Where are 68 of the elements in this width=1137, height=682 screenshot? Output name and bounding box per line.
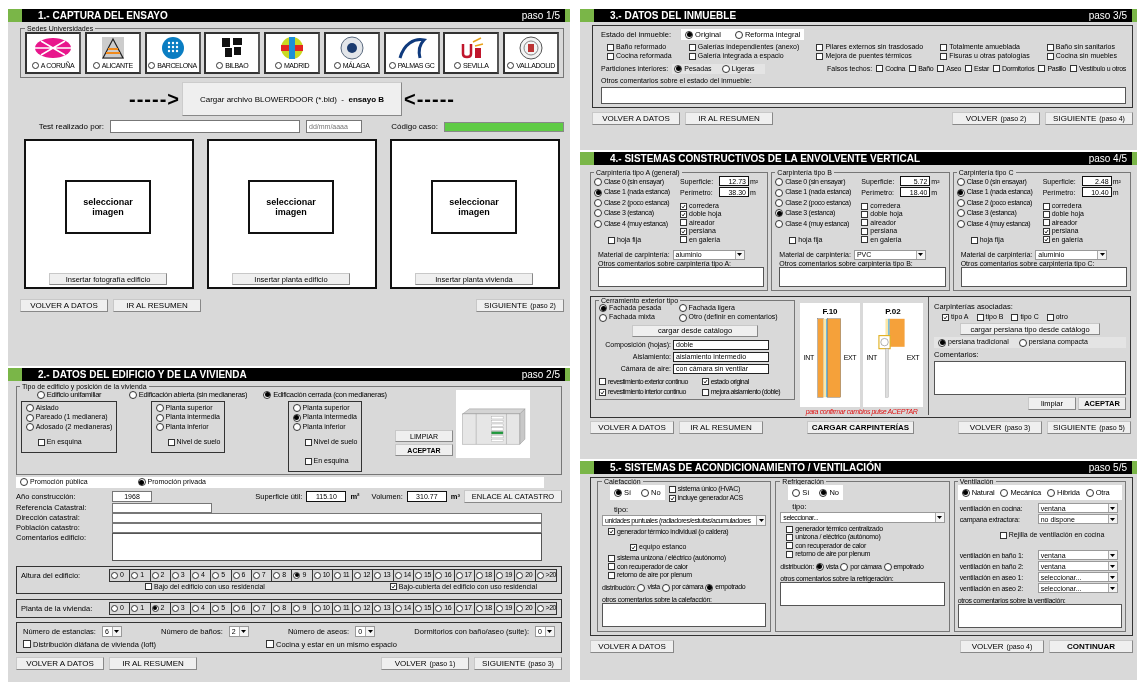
section-title: 2.- DATOS DEL EDIFICIO Y DE LA VIVIENDA — [38, 369, 247, 380]
caret-icon — [934, 513, 944, 522]
nav-button[interactable]: IR AL RESUMEN — [685, 112, 773, 126]
comments-field[interactable] — [779, 266, 946, 287]
checkmark-icon — [600, 389, 605, 395]
comments-field[interactable] — [780, 581, 945, 606]
step-indicator: paso 1/5 — [521, 10, 560, 21]
checkmark-icon — [631, 545, 636, 551]
checkmark-icon — [943, 314, 948, 320]
nav-button[interactable]: VOLVER A DATOS — [16, 656, 104, 670]
comments-field[interactable] — [112, 532, 542, 561]
input-field[interactable] — [112, 502, 212, 513]
field-label: Código caso: — [391, 122, 438, 131]
caret-icon — [111, 626, 121, 636]
input-field[interactable] — [110, 120, 300, 133]
nav-button[interactable]: VOLVER A DATOS — [20, 299, 108, 312]
step-indicator: paso 3/5 — [1088, 10, 1127, 21]
caret-icon — [734, 250, 744, 259]
section-title: 1.- CAPTURA DEL ENSAYO — [38, 10, 168, 21]
comments-field[interactable] — [598, 266, 765, 287]
checkmark-icon — [609, 529, 614, 535]
input-field[interactable] — [112, 512, 542, 523]
caret-icon — [1097, 250, 1107, 259]
arrow-text: -----> — [129, 87, 180, 111]
select-image-button[interactable]: seleccionar imagen — [431, 180, 517, 234]
nav-button[interactable]: IR AL RESUMEN — [679, 420, 763, 434]
input-field[interactable] — [112, 522, 542, 533]
step-indicator: paso 4/5 — [1088, 153, 1127, 164]
nav-button[interactable]: CONTINUAR — [1049, 640, 1133, 653]
nav-button[interactable]: VOLVER A DATOS — [590, 640, 674, 653]
comments-field[interactable] — [957, 604, 1122, 628]
nav-button[interactable]: VOLVER A DATOS — [592, 112, 680, 126]
caret-icon — [1107, 551, 1117, 559]
caret-icon — [238, 626, 248, 636]
checkmark-icon — [702, 379, 708, 385]
section-title: F.10 — [822, 306, 838, 316]
comments-field[interactable] — [960, 266, 1127, 287]
load-file-button[interactable]: Cargar archivo BLOWERDOOR (*.bld) - ensayo B — [182, 82, 402, 116]
caret-icon — [1107, 515, 1117, 523]
caret-icon — [544, 626, 554, 636]
checkmark-icon — [669, 496, 675, 502]
section-title: 5.- SISTEMAS DE ACONDICIONAMIENTO / VENTILACIÓN — [610, 462, 882, 473]
checkmark-icon — [390, 584, 396, 590]
checkmark-icon — [681, 228, 686, 234]
nav-button[interactable]: VOLVER A DATOS — [590, 420, 674, 434]
section-title: 3.- DATOS DEL INMUEBLE — [610, 10, 737, 21]
caret-icon — [1107, 573, 1117, 581]
comments-field[interactable] — [601, 87, 1126, 105]
caret-icon — [756, 515, 766, 525]
caret-icon — [1107, 562, 1117, 570]
nav-button[interactable]: IR AL RESUMEN — [113, 299, 201, 312]
emblem-icon — [33, 36, 73, 60]
step-indicator: paso 5/5 — [1088, 462, 1127, 473]
nav-button[interactable]: CARGAR CARPINTERÍAS — [806, 420, 915, 434]
select-image-button[interactable]: seleccionar imagen — [65, 180, 151, 234]
arrow-text: <----- — [404, 87, 455, 111]
nav-button[interactable]: IR AL RESUMEN — [109, 656, 197, 670]
caret-icon — [365, 626, 375, 636]
section-title: P.02 — [885, 306, 901, 316]
field-label: Test realizado por: — [37, 122, 104, 131]
select-image-button[interactable]: seleccionar imagen — [248, 180, 334, 234]
caret-icon — [915, 250, 925, 259]
comments-field[interactable] — [602, 602, 767, 627]
caret-icon — [1107, 504, 1117, 512]
step-indicator: paso 2/5 — [521, 369, 560, 380]
section-title: 4.- SISTEMAS CONSTRUCTIVOS DE LA ENVOLVENTE VERTICAL — [610, 153, 921, 164]
comments-field[interactable] — [934, 360, 1126, 395]
caret-icon — [1107, 584, 1117, 592]
